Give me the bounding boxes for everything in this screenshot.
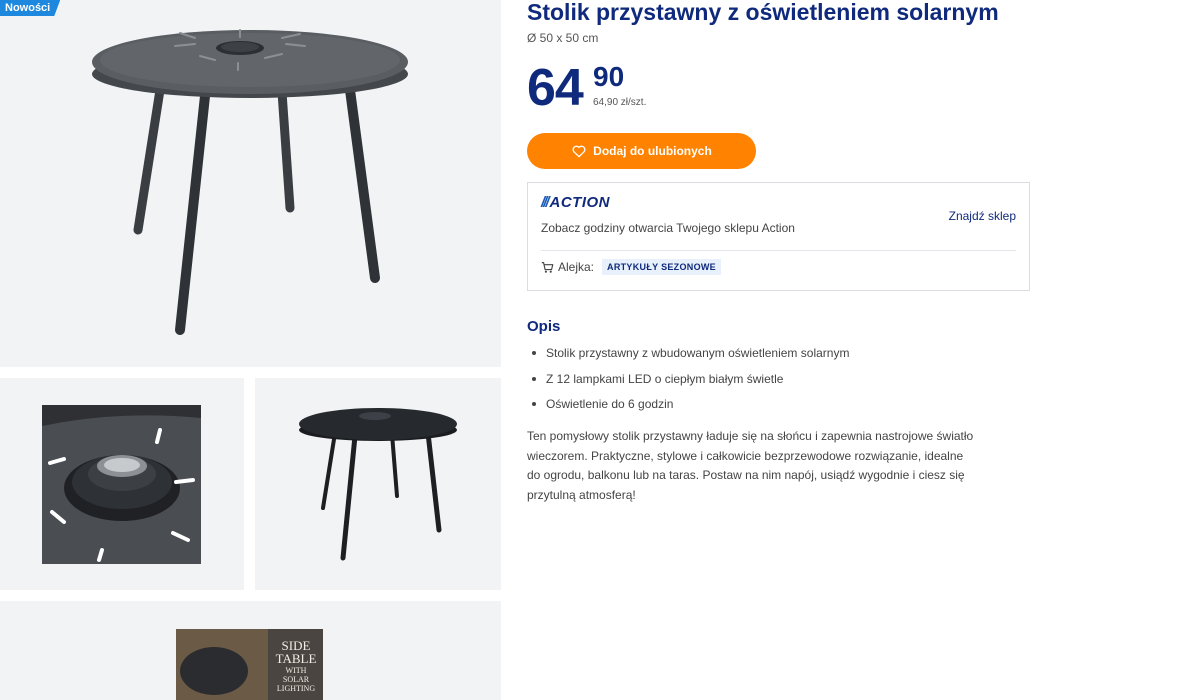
description-title: Opis bbox=[527, 318, 561, 335]
price-integer: 64 bbox=[527, 59, 584, 117]
product-dimensions: Ø 50 x 50 cm bbox=[527, 31, 599, 45]
bullet-item: Oświetlenie do 6 godzin bbox=[527, 396, 849, 422]
box-text-table: TABLE bbox=[276, 651, 317, 666]
bullet-item: Stolik przystawny z wbudowanym oświetlen… bbox=[527, 345, 849, 371]
box-text-solar: SOLAR bbox=[283, 675, 310, 684]
thumbnail-solar-light[interactable] bbox=[0, 378, 244, 590]
cart-icon bbox=[541, 261, 554, 273]
action-logo-word: ACTION bbox=[549, 193, 611, 211]
add-to-favorites-label: Dodaj do ulubionych bbox=[593, 144, 712, 158]
aisle-label: Alejka: bbox=[558, 260, 595, 274]
store-divider bbox=[541, 250, 1016, 251]
product-title: Stolik przystawny z oświetleniem solarny… bbox=[527, 0, 999, 25]
table-side-view bbox=[299, 408, 457, 561]
action-logo-slashes: /// bbox=[541, 193, 549, 211]
price-decimal: 90 bbox=[593, 61, 625, 92]
add-to-favorites-button[interactable]: Dodaj do ulubionych bbox=[527, 133, 756, 169]
table-illustration bbox=[92, 29, 408, 335]
new-badge: Nowości bbox=[0, 0, 60, 16]
heart-icon bbox=[572, 145, 586, 158]
aisle-row: Alejka: ARTYKUŁY SEZONOWE bbox=[541, 259, 721, 275]
main-product-image[interactable]: Nowości bbox=[0, 0, 501, 367]
description-bullets: Stolik przystawny z wbudowanym oświetlen… bbox=[527, 345, 849, 422]
thumbnail-packaging[interactable]: SIDE TABLE WITH SOLAR LIGHTING bbox=[0, 601, 501, 700]
thumbnail-table-side[interactable] bbox=[255, 378, 501, 590]
packaging-box: SIDE TABLE WITH SOLAR LIGHTING bbox=[176, 629, 323, 700]
price-per-unit: 64,90 zł/szt. bbox=[593, 97, 647, 108]
store-hours-text: Zobacz godziny otwarcia Twojego sklepu A… bbox=[541, 221, 795, 235]
product-info: Stolik przystawny z oświetleniem solarny… bbox=[527, 0, 1030, 502]
find-store-link[interactable]: Znajdź sklep bbox=[949, 209, 1016, 223]
solar-light-closeup bbox=[42, 405, 201, 564]
bullet-item: Z 12 lampkami LED o ciepłym białym świet… bbox=[527, 371, 849, 397]
store-info-box: /// ACTION Zobacz godziny otwarcia Twoje… bbox=[527, 182, 1030, 291]
product-gallery: Nowości SIDE TABLE WITH SOLAR LIGHTING bbox=[0, 0, 501, 700]
price-block: 64 90 64,90 zł/szt. bbox=[527, 59, 1030, 117]
description-body: Ten pomysłowy stolik przystawny ładuje s… bbox=[527, 429, 974, 502]
action-logo: /// ACTION bbox=[541, 193, 611, 211]
box-text-with: WITH bbox=[286, 666, 307, 675]
box-text-lighting: LIGHTING bbox=[277, 684, 315, 693]
aisle-tag: ARTYKUŁY SEZONOWE bbox=[602, 259, 721, 275]
